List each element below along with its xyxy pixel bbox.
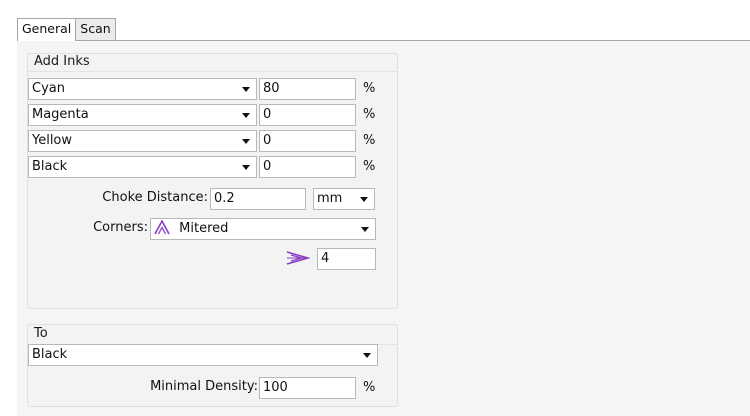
chevron-down-icon: [363, 353, 371, 358]
trap-settings-panel: General Scan Add Inks Cyan 80 % Magenta: [0, 0, 750, 416]
add-inks-title: Add Inks: [34, 54, 90, 69]
settings-column: Add Inks Cyan 80 % Magenta 0 % Yellow 0 …: [17, 41, 398, 416]
chevron-down-icon: [360, 197, 368, 202]
general-tab-content: Add Inks Cyan 80 % Magenta 0 % Yellow 0 …: [17, 41, 750, 416]
group-divider: [28, 71, 397, 72]
choke-distance-input[interactable]: 0.2: [210, 188, 306, 210]
ink-select-magenta[interactable]: Magenta: [28, 104, 257, 126]
choke-unit-value: mm: [317, 191, 343, 206]
percent-unit: %: [363, 159, 376, 174]
corners-select[interactable]: Mitered: [150, 218, 376, 240]
ink-select-value: Cyan: [32, 81, 65, 96]
chevron-down-icon: [242, 139, 250, 144]
to-title: To: [34, 326, 48, 341]
miter-limit-icon: [286, 251, 311, 269]
corners-value: Mitered: [179, 221, 229, 236]
ink-select-black[interactable]: Black: [28, 156, 257, 178]
percent-unit: %: [363, 107, 376, 122]
percent-unit: %: [363, 380, 376, 395]
choke-unit-select[interactable]: mm: [313, 188, 375, 210]
ink-percent-input-yellow[interactable]: 0: [259, 130, 356, 152]
tab-general[interactable]: General: [17, 18, 77, 41]
corners-label: Corners:: [93, 220, 148, 235]
minimal-density-label: Minimal Density:: [150, 379, 258, 394]
percent-unit: %: [363, 81, 376, 96]
ink-percent-input-magenta[interactable]: 0: [259, 104, 356, 126]
target-ink-value: Black: [32, 347, 68, 362]
ink-percent-input-black[interactable]: 0: [259, 156, 356, 178]
ink-select-yellow[interactable]: Yellow: [28, 130, 257, 152]
chevron-down-icon: [361, 227, 369, 232]
chevron-down-icon: [242, 113, 250, 118]
tab-strip: General Scan: [17, 18, 116, 41]
to-group: To Black Minimal Density: 100 %: [27, 324, 398, 407]
ink-percent-input-cyan[interactable]: 80: [259, 78, 356, 100]
ink-select-value: Magenta: [32, 107, 89, 122]
miter-limit-input[interactable]: 4: [317, 248, 376, 270]
minimal-density-input[interactable]: 100: [259, 377, 356, 399]
add-inks-group: Add Inks Cyan 80 % Magenta 0 % Yellow 0 …: [27, 53, 398, 309]
choke-distance-label: Choke Distance:: [102, 190, 208, 205]
ink-select-value: Black: [32, 159, 68, 174]
target-ink-select[interactable]: Black: [28, 344, 378, 366]
chevron-down-icon: [242, 165, 250, 170]
ink-select-cyan[interactable]: Cyan: [28, 78, 257, 100]
mitered-corner-icon: [154, 219, 170, 242]
tab-scan[interactable]: Scan: [75, 18, 116, 40]
chevron-down-icon: [242, 87, 250, 92]
ink-select-value: Yellow: [32, 133, 73, 148]
percent-unit: %: [363, 133, 376, 148]
